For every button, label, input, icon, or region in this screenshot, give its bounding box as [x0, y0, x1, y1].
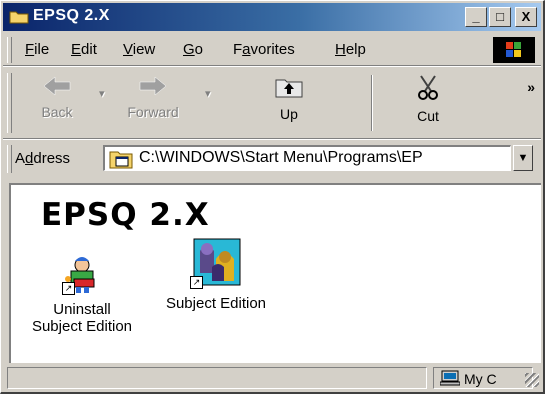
forward-dropdown-icon[interactable]: ▾ — [205, 87, 211, 100]
addressbar-grip[interactable] — [7, 145, 12, 173]
my-computer-icon — [440, 370, 460, 386]
menubar-grip[interactable] — [7, 37, 12, 63]
maximize-button[interactable]: □ — [489, 7, 511, 27]
address-label: Address — [15, 150, 71, 167]
menu-go[interactable]: Go — [183, 41, 203, 58]
menu-favorites[interactable]: Favorites — [233, 41, 295, 58]
address-input[interactable]: C:\WINDOWS\Start Menu\Programs\EP — [103, 145, 511, 171]
window-title: EPSQ 2.X — [33, 7, 110, 24]
toolbar-separator-bottom — [3, 138, 541, 140]
windows-logo-icon — [493, 37, 535, 63]
standard-toolbar: Back ▾ Forward ▾ Up Cut » — [3, 69, 541, 137]
status-bar: My C — [3, 363, 541, 391]
close-button[interactable]: X — [515, 7, 537, 27]
minimize-button[interactable]: _ — [465, 7, 487, 27]
forward-button[interactable]: Forward — [113, 75, 193, 120]
back-dropdown-icon[interactable]: ▾ — [99, 87, 105, 100]
address-dropdown-button[interactable]: ▼ — [513, 145, 533, 171]
scissors-icon — [418, 75, 438, 100]
menu-file[interactable]: File — [25, 41, 49, 58]
uninstall-shortcut[interactable]: ↗ Uninstall Subject Edition — [17, 255, 147, 335]
title-bar[interactable]: EPSQ 2.X _ □ X — [3, 3, 541, 31]
explorer-window: EPSQ 2.X _ □ X File Edit View Go Favorit… — [0, 0, 545, 394]
shortcut-arrow-icon: ↗ — [190, 276, 203, 289]
folder-window-icon — [109, 151, 133, 169]
folder-title: EPSQ 2.X — [41, 197, 210, 233]
up-folder-icon — [275, 79, 303, 98]
folder-view[interactable]: EPSQ 2.X ↗ Uninstall Subject Edition ↗ S… — [9, 183, 541, 363]
toolbar-chevron-icon[interactable]: » — [527, 79, 535, 95]
subject-edition-shortcut-icon: ↗ — [190, 237, 242, 289]
shortcut-arrow-icon: ↗ — [62, 282, 75, 295]
item-label-line2: Subject Edition — [31, 318, 133, 335]
up-button[interactable]: Up — [229, 75, 349, 122]
menu-help[interactable]: Help — [335, 41, 366, 58]
toolbar-separator — [371, 75, 373, 131]
menubar-separator — [3, 65, 541, 67]
item-label-line1: Subject Edition — [165, 295, 267, 312]
uninstall-shortcut-icon: ↗ — [62, 255, 102, 295]
menu-edit[interactable]: Edit — [71, 41, 97, 58]
status-zone-cell: My C — [433, 367, 533, 389]
status-message-cell — [7, 367, 427, 389]
toolbar-grip[interactable] — [7, 73, 12, 133]
subject-edition-shortcut[interactable]: ↗ Subject Edition — [151, 237, 281, 312]
resize-grip[interactable] — [525, 373, 539, 387]
back-button[interactable]: Back — [27, 75, 87, 120]
menu-bar: File Edit View Go Favorites Help — [3, 35, 541, 65]
cut-button[interactable]: Cut — [383, 75, 473, 124]
folder-icon — [9, 11, 29, 24]
menu-view[interactable]: View — [123, 41, 155, 58]
back-arrow-icon — [43, 76, 71, 96]
address-bar: Address C:\WINDOWS\Start Menu\Programs\E… — [3, 141, 541, 177]
item-label-line1: Uninstall — [53, 301, 111, 318]
forward-arrow-icon — [139, 76, 167, 96]
